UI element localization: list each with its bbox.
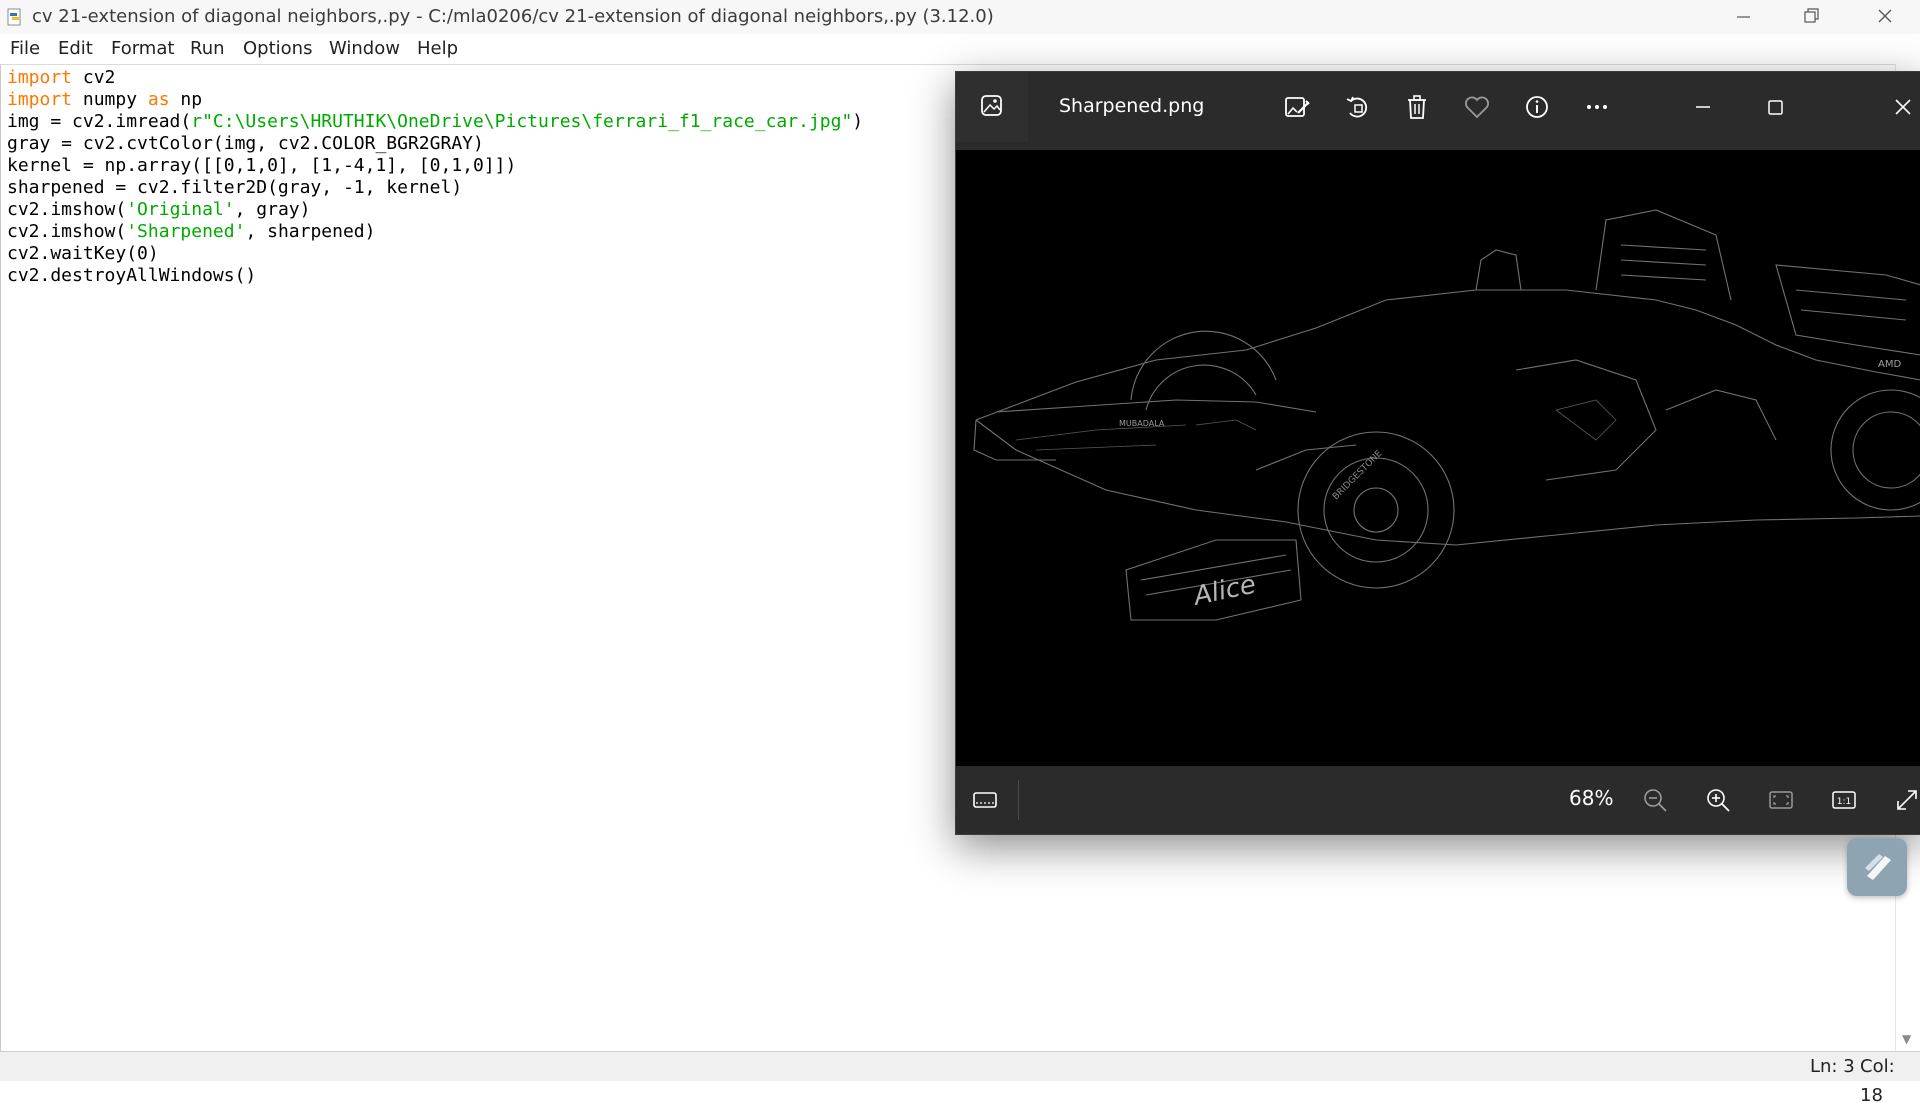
code-token: np <box>169 89 203 110</box>
code-text[interactable]: import cv2 import numpy as np img = cv2.… <box>7 67 863 287</box>
delete-icon[interactable] <box>1401 91 1433 123</box>
code-string: 'Original' <box>126 199 235 220</box>
code-token: numpy <box>72 89 148 110</box>
code-line[interactable]: cv2.waitKey(0) <box>7 243 159 264</box>
code-token: kernel = np.array([[0,1,0], [1,-4,1], [0… <box>7 155 517 176</box>
code-token: cv2 <box>72 67 116 88</box>
photo-viewer-window: Sharpened.png MUBADALA BRIDGESTONE Alice… <box>955 71 1920 835</box>
scroll-down-icon[interactable]: ▼ <box>1902 1032 1911 1046</box>
code-line[interactable]: import numpy as np <box>7 89 202 110</box>
favorite-heart-icon[interactable] <box>1461 91 1493 123</box>
menu-format[interactable]: Format <box>111 34 174 64</box>
code-token: cv2.imshow( <box>7 199 127 220</box>
minimize-button[interactable] <box>1709 0 1777 34</box>
close-icon <box>1878 9 1892 23</box>
code-line[interactable]: import cv2 <box>7 67 115 88</box>
menu-file[interactable]: File <box>10 34 40 64</box>
code-token: cv2.destroyAllWindows() <box>7 265 257 286</box>
snipping-tool-icon <box>1865 854 1891 880</box>
minimize-icon <box>1737 16 1750 18</box>
viewer-file-title: Sharpened.png <box>1059 95 1205 117</box>
sharpened-f1-car-image: MUBADALA BRIDGESTONE Alice AMD <box>973 209 1920 621</box>
code-token: gray = cv2.cvtColor(img, cv2.COLOR_BGR2G… <box>7 133 484 154</box>
filmstrip-icon[interactable] <box>971 786 999 814</box>
code-token: , sharpened) <box>245 221 376 242</box>
code-token: , gray) <box>234 199 311 220</box>
zoom-out-icon[interactable] <box>1641 786 1669 814</box>
menu-bar: File Edit Format Run Options Window Help <box>0 34 1920 64</box>
python-file-icon <box>7 8 21 26</box>
menu-edit[interactable]: Edit <box>58 34 93 64</box>
code-token: img = cv2.imread( <box>7 111 192 132</box>
status-line: Ln: 3 <box>1810 1056 1855 1077</box>
code-line[interactable]: gray = cv2.cvtColor(img, cv2.COLOR_BGR2G… <box>7 133 484 154</box>
fullscreen-icon[interactable] <box>1893 786 1920 814</box>
sharpened-image-canvas[interactable]: MUBADALA BRIDGESTONE Alice AMD <box>956 150 1920 766</box>
code-token: sharpened = cv2.filter2D(gray, -1, kerne… <box>7 177 463 198</box>
menu-options[interactable]: Options <box>243 34 312 64</box>
code-token: ) <box>852 111 864 132</box>
image-sponsor-amd: AMD <box>1878 359 1901 370</box>
viewer-title-bar: Sharpened.png <box>956 72 1920 150</box>
code-line[interactable]: img = cv2.imread(r"C:\Users\HRUTHIK\OneD… <box>7 111 863 132</box>
code-line[interactable]: sharpened = cv2.filter2D(gray, -1, kerne… <box>7 177 462 198</box>
svg-text:1:1: 1:1 <box>1837 797 1851 807</box>
status-column: Col: 18 <box>1860 1056 1895 1106</box>
code-keyword: import <box>7 89 73 110</box>
code-keyword: import <box>7 67 73 88</box>
bottom-bar-divider <box>1018 780 1019 820</box>
viewer-bottom-bar: 68% 1:1 <box>956 766 1920 834</box>
restore-icon <box>1804 8 1819 23</box>
code-keyword: as <box>147 89 170 110</box>
image-sponsor-mubadala: MUBADALA <box>1119 419 1165 428</box>
code-line[interactable]: cv2.imshow('Original', gray) <box>7 199 310 220</box>
more-options-icon[interactable] <box>1581 91 1613 123</box>
snipping-tool-button[interactable] <box>1847 838 1907 896</box>
rotate-icon[interactable] <box>1341 91 1373 123</box>
code-line[interactable]: cv2.imshow('Sharpened', sharpened) <box>7 221 375 242</box>
code-token: cv2.imshow( <box>7 221 127 242</box>
viewer-app-button[interactable] <box>956 72 1028 142</box>
minimize-icon[interactable] <box>1687 91 1719 123</box>
info-icon[interactable] <box>1521 91 1553 123</box>
zoom-in-icon[interactable] <box>1704 786 1732 814</box>
fit-to-window-icon[interactable] <box>1767 786 1795 814</box>
zoom-level: 68% <box>1569 786 1614 810</box>
status-bar: Ln: 3 Col: 18 <box>0 1051 1920 1106</box>
actual-size-icon[interactable]: 1:1 <box>1830 786 1858 814</box>
image-sponsor-alice: Alice <box>1189 570 1258 613</box>
close-button[interactable] <box>1850 0 1920 34</box>
menu-help[interactable]: Help <box>417 34 458 64</box>
code-token: cv2.waitKey(0) <box>7 243 159 264</box>
window-title: cv 21-extension of diagonal neighbors,.p… <box>32 6 994 27</box>
close-icon[interactable] <box>1887 91 1919 123</box>
menu-run[interactable]: Run <box>190 34 225 64</box>
menu-window[interactable]: Window <box>329 34 400 64</box>
maximize-icon[interactable] <box>1759 91 1791 123</box>
image-sponsor-bridgestone: BRIDGESTONE <box>1331 449 1385 503</box>
code-string: 'Sharpened' <box>126 221 246 242</box>
code-line[interactable]: kernel = np.array([[0,1,0], [1,-4,1], [0… <box>7 155 516 176</box>
edit-image-icon[interactable] <box>1281 91 1313 123</box>
idle-title-bar: cv 21-extension of diagonal neighbors,.p… <box>0 0 1920 34</box>
code-line[interactable]: cv2.destroyAllWindows() <box>7 265 256 286</box>
restore-button[interactable] <box>1777 0 1845 34</box>
photos-app-icon <box>981 95 1002 116</box>
code-string: r"C:\Users\HRUTHIK\OneDrive\Pictures\fer… <box>191 111 853 132</box>
